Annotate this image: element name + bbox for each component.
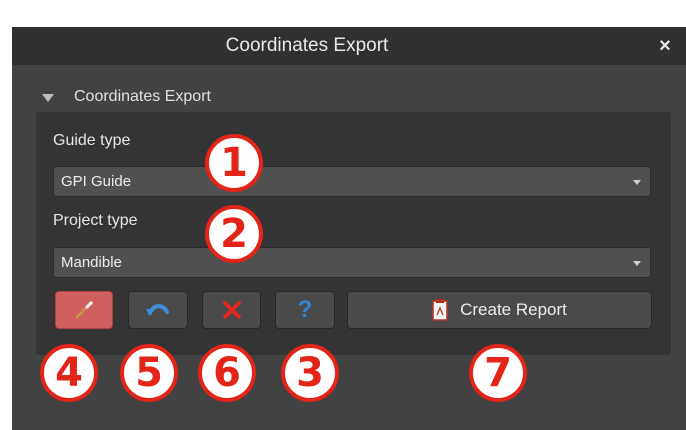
guide-type-label: Guide type bbox=[53, 132, 131, 149]
delete-button[interactable] bbox=[202, 291, 261, 329]
section-header-coordinates-export[interactable]: Coordinates Export bbox=[42, 85, 211, 109]
undo-icon bbox=[146, 304, 169, 316]
help-icon: ? bbox=[297, 296, 313, 323]
dropdown-arrow-icon[interactable] bbox=[633, 180, 641, 185]
guide-type-value: GPI Guide bbox=[61, 173, 132, 190]
collapse-triangle-icon[interactable] bbox=[42, 94, 54, 102]
callout-marker-7: 7 bbox=[469, 344, 527, 402]
help-button[interactable]: ? bbox=[275, 291, 335, 329]
coordinates-export-window: Coordinates Export × Coordinates Export … bbox=[12, 27, 686, 430]
create-report-label: Create Report bbox=[460, 300, 567, 319]
delete-x-icon bbox=[222, 301, 241, 319]
project-type-label: Project type bbox=[53, 212, 138, 229]
project-type-dropdown[interactable]: Mandible bbox=[53, 247, 651, 278]
window-title: Coordinates Export bbox=[225, 35, 389, 56]
dropdown-arrow-icon[interactable] bbox=[633, 261, 641, 266]
callout-marker-2: 2 bbox=[205, 205, 263, 263]
project-type-value: Mandible bbox=[61, 254, 122, 271]
title-bar: Coordinates Export × bbox=[12, 27, 686, 65]
undo-button[interactable] bbox=[128, 291, 188, 329]
callout-marker-4: 4 bbox=[40, 344, 98, 402]
section-label: Coordinates Export bbox=[74, 88, 211, 105]
create-report-button[interactable]: Create Report bbox=[347, 291, 652, 329]
close-icon[interactable]: × bbox=[654, 27, 676, 65]
callout-marker-1: 1 bbox=[205, 134, 263, 192]
picker-wand-icon bbox=[75, 301, 93, 319]
callout-marker-6: 6 bbox=[198, 344, 256, 402]
pick-point-button[interactable] bbox=[55, 291, 113, 329]
guide-type-dropdown[interactable]: GPI Guide bbox=[53, 166, 651, 197]
callout-marker-5: 5 bbox=[120, 344, 178, 402]
pdf-document-icon bbox=[432, 299, 448, 321]
callout-marker-3: 3 bbox=[281, 344, 339, 402]
export-panel: Guide type GPI Guide Project type Mandib… bbox=[36, 112, 671, 355]
